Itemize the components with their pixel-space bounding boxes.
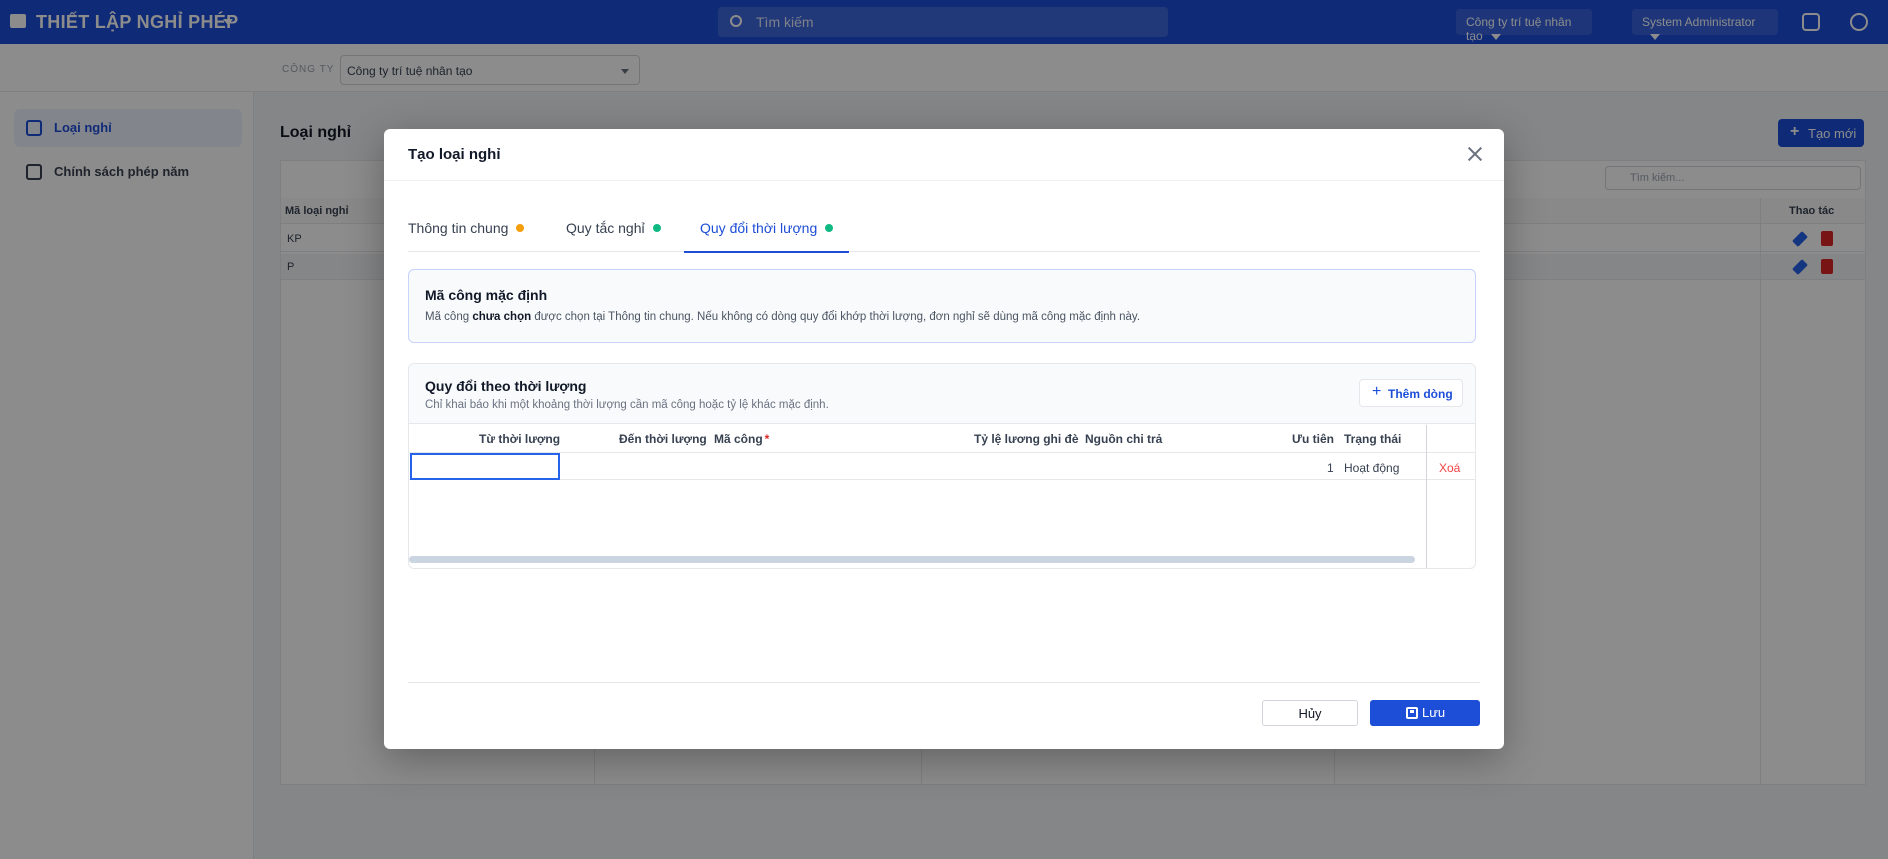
- delete-row-link[interactable]: Xoá: [1439, 461, 1460, 475]
- tab-duration-conversion[interactable]: Quy đổi thời lượng: [684, 206, 850, 253]
- dialog-tabs: Thông tin chung Quy tắc nghỉ Quy đổi thờ…: [408, 206, 1480, 253]
- tab-leave-rules[interactable]: Quy tắc nghỉ: [566, 206, 661, 252]
- column-header-status: Trạng thái: [1344, 432, 1402, 446]
- priority-cell[interactable]: 1: [1327, 461, 1334, 475]
- save-button[interactable]: Lưu: [1370, 700, 1480, 726]
- status-dot-icon: [652, 224, 661, 233]
- conversion-title: Quy đổi theo thời lượng: [425, 378, 587, 394]
- conversion-description: Chỉ khai báo khi một khoảng thời lượng c…: [425, 399, 829, 411]
- tab-general-info[interactable]: Thông tin chung: [408, 206, 525, 252]
- default-code-title: Mã công mặc định: [425, 287, 548, 303]
- status-dot-icon: [516, 224, 525, 233]
- footer-divider: [408, 682, 1480, 683]
- column-header-priority: Ưu tiên: [1292, 432, 1334, 446]
- duration-conversion-card: Quy đổi theo thời lượng Chỉ khai báo khi…: [408, 363, 1476, 569]
- horizontal-scrollbar[interactable]: [409, 556, 1415, 563]
- pinned-column-divider: [1426, 425, 1427, 568]
- dialog-header: Tạo loại nghỉ: [384, 129, 1504, 181]
- default-code-description: Mã công chưa chọn được chọn tại Thông ti…: [425, 311, 1141, 323]
- from-duration-input[interactable]: [410, 453, 560, 480]
- dialog-title: Tạo loại nghỉ: [408, 146, 501, 163]
- status-cell[interactable]: Hoạt động: [1344, 461, 1399, 475]
- column-header-rate: Tỷ lệ lương ghi đè: [974, 432, 1079, 446]
- close-icon[interactable]: [1464, 143, 1486, 165]
- plus-icon: +: [1372, 383, 1382, 400]
- conversion-header: Quy đổi theo thời lượng Chỉ khai báo khi…: [409, 364, 1475, 424]
- add-row-button[interactable]: + Thêm dòng: [1359, 379, 1463, 407]
- create-leave-type-dialog: Tạo loại nghỉ Thông tin chung Quy tắc ng…: [384, 129, 1504, 749]
- table-row: 1 Hoạt động Xoá: [409, 453, 1475, 480]
- conversion-table-header: Từ thời lượng Đến thời lượng Mã công * Tỷ…: [409, 425, 1475, 453]
- column-header-code: Mã công *: [714, 432, 770, 446]
- status-dot-icon: [825, 224, 834, 233]
- cancel-button[interactable]: Hủy: [1262, 700, 1358, 726]
- column-header-to: Đến thời lượng: [619, 432, 707, 446]
- default-code-card: Mã công mặc định Mã công chưa chọn được …: [408, 269, 1476, 343]
- column-header-source: Nguồn chi trả: [1085, 432, 1163, 446]
- column-header-from: Từ thời lượng: [479, 432, 561, 446]
- save-icon: [1406, 707, 1418, 719]
